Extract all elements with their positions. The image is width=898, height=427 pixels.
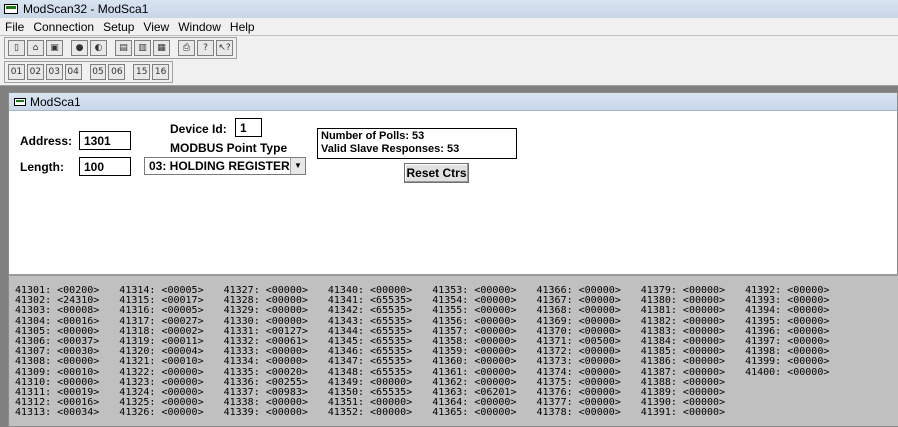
address-label: Address: <box>20 134 73 148</box>
device-id-field[interactable]: 1 <box>235 118 262 137</box>
register-value[interactable]: 41308: <00000> <box>15 357 119 367</box>
write-06-icon[interactable]: 06 <box>108 64 126 80</box>
number-of-polls: Number of Polls: 53 <box>321 130 425 142</box>
poll-stats-box: Number of Polls: 53 Valid Slave Response… <box>317 128 517 159</box>
menu-window[interactable]: Window <box>173 20 225 34</box>
reset-counters-button[interactable]: Reset Ctrs <box>404 163 469 183</box>
register-value[interactable]: 41386: <00000> <box>641 357 745 367</box>
register-grid: 41301: <00200> 41302: <24310> 41303: <0000… <box>15 285 898 418</box>
valid-slave-responses: Valid Slave Responses: 53 <box>321 143 460 155</box>
child-title-bar: ModSca1 <box>9 93 897 111</box>
chevron-down-icon[interactable]: ▼ <box>290 158 305 174</box>
new-icon[interactable]: ▯ <box>8 40 25 56</box>
register-value[interactable]: 41334: <00000> <box>224 357 328 367</box>
mdi-client-area: ModSca1 Address: 1301 Length: 100 Device… <box>0 86 898 427</box>
menu-help[interactable]: Help <box>225 20 259 34</box>
point-type-value: 03: HOLDING REGISTER <box>149 159 290 173</box>
point-type-label: MODBUS Point Type <box>170 141 288 155</box>
title-bar: ModScan32 - ModSca1 <box>0 0 898 18</box>
register-value[interactable]: 41378: <00000> <box>536 408 640 418</box>
register-value[interactable]: 41347: <65535> <box>328 357 432 367</box>
connect-icon[interactable]: ● <box>71 40 88 56</box>
register-data-area: 41301: <00200> 41302: <24310> 41303: <0000… <box>9 274 898 426</box>
register-value[interactable]: 41321: <00010> <box>119 357 223 367</box>
length-label: Length: <box>20 160 64 174</box>
device-id-label: Device Id: <box>170 122 227 136</box>
save-icon[interactable]: ▣ <box>46 40 63 56</box>
address-field[interactable]: 1301 <box>79 131 131 150</box>
window-title: ModScan32 - ModSca1 <box>23 2 149 16</box>
register-value[interactable]: 41352: <00000> <box>328 408 432 418</box>
register-value[interactable]: 41399: <00000> <box>745 357 849 367</box>
write-16-icon[interactable]: 16 <box>152 64 170 80</box>
register-value[interactable]: 41326: <00000> <box>119 408 223 418</box>
window-icon[interactable]: ▦ <box>153 40 170 56</box>
child-title: ModSca1 <box>30 94 81 109</box>
scan-child-window: ModSca1 Address: 1301 Length: 100 Device… <box>8 92 898 427</box>
register-value[interactable]: 41360: <00000> <box>432 357 536 367</box>
display-icon[interactable]: ▥ <box>134 40 151 56</box>
open-icon[interactable]: ⌂ <box>27 40 44 56</box>
main-toolbar: ▯ ⌂ ▣ ● ◐ ▤ ▥ ▦ ⎙ ? ↖? <box>4 37 237 59</box>
menu-bar: File Connection Setup View Window Help <box>0 18 898 36</box>
register-value[interactable]: 41339: <00000> <box>224 408 328 418</box>
register-value[interactable]: 41391: <00000> <box>641 408 745 418</box>
print-setup-icon[interactable]: ▤ <box>115 40 132 56</box>
register-value[interactable]: 41365: <00000> <box>432 408 536 418</box>
function-toolbar: 01 02 03 04 05 06 15 16 <box>4 61 173 83</box>
register-03-icon[interactable]: 03 <box>45 64 63 80</box>
menu-view[interactable]: View <box>138 20 173 34</box>
disconnect-icon[interactable]: ◐ <box>90 40 107 56</box>
register-value[interactable]: 41313: <00034> <box>15 408 119 418</box>
register-value[interactable]: 41373: <00000> <box>536 357 640 367</box>
menu-setup[interactable]: Setup <box>98 20 138 34</box>
menu-connection[interactable]: Connection <box>28 20 98 34</box>
point-type-select[interactable]: 03: HOLDING REGISTER ▼ <box>144 157 306 175</box>
length-field[interactable]: 100 <box>79 157 131 176</box>
input-02-icon[interactable]: 02 <box>26 64 44 80</box>
write-05-icon[interactable]: 05 <box>89 64 107 80</box>
child-window-icon <box>14 97 26 106</box>
help-icon[interactable]: ? <box>197 40 214 56</box>
menu-file[interactable]: File <box>0 20 28 34</box>
input-04-icon[interactable]: 04 <box>64 64 82 80</box>
coil-01-icon[interactable]: 01 <box>8 64 25 80</box>
print-icon[interactable]: ⎙ <box>178 40 195 56</box>
write-15-icon[interactable]: 15 <box>133 64 151 80</box>
register-value[interactable]: 41400: <00000> <box>745 367 849 378</box>
context-help-icon[interactable]: ↖? <box>216 40 233 56</box>
app-icon <box>4 4 18 14</box>
